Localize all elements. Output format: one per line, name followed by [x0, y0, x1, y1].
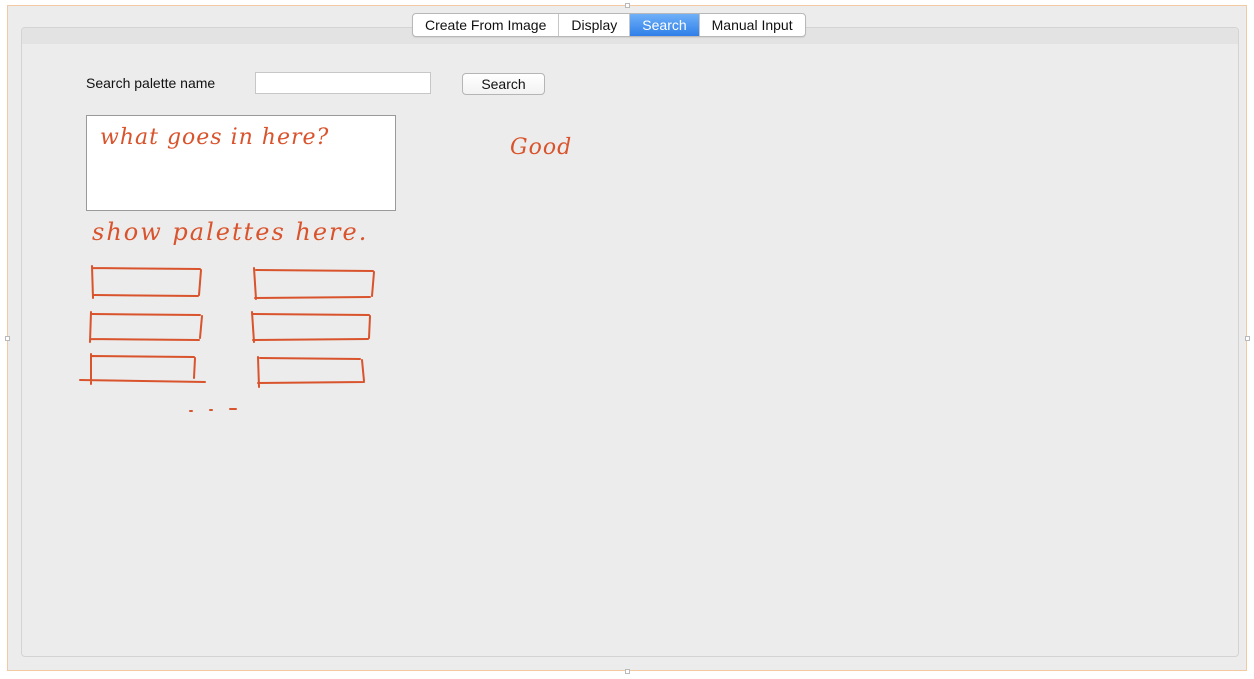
- sketched-palette-1: [91, 265, 202, 299]
- sketched-palette-3: [89, 311, 203, 343]
- sketched-palette-6: [257, 356, 365, 388]
- palette-sketch: [79, 265, 375, 412]
- sketched-palette-4: [251, 311, 371, 343]
- sketched-ellipsis: [189, 408, 237, 412]
- sketched-palette-2: [253, 267, 375, 300]
- sketched-palette-5: [79, 353, 206, 385]
